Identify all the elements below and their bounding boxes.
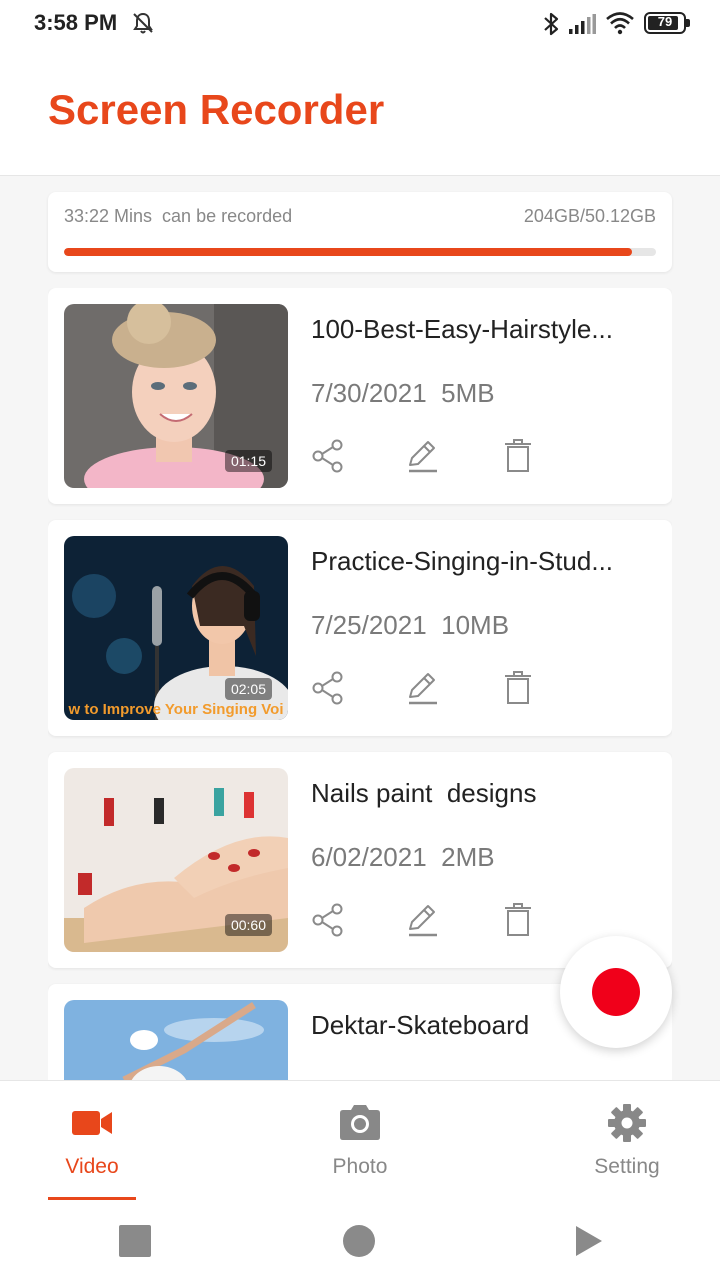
video-duration: 00:60 [224, 914, 272, 936]
record-icon [592, 968, 640, 1016]
status-time: 3:58 PM [34, 10, 118, 35]
video-thumbnail[interactable] [64, 1000, 288, 1080]
gear-icon [608, 1104, 646, 1142]
battery-icon: 79 [644, 12, 690, 34]
video-duration: 01:15 [224, 450, 272, 472]
app-bar: Screen Recorder [0, 48, 720, 176]
bluetooth-icon [544, 12, 559, 36]
edit-icon[interactable] [404, 438, 440, 474]
back-button[interactable] [572, 1224, 606, 1258]
nav-label-video: Video [65, 1155, 119, 1178]
video-camera-icon [72, 1111, 112, 1135]
mute-icon [133, 12, 153, 34]
recording-title: Practice-Singing-in-Stud... [311, 546, 614, 576]
storage-usage: 204GB/50.12GB [523, 206, 656, 226]
record-button[interactable] [560, 936, 672, 1048]
video-thumbnail[interactable]: 01:15 [64, 304, 288, 488]
thumbnail-caption: w to Improve Your Singing Voi [68, 701, 284, 718]
recording-time-remaining: 33:22 Mins can be recorded [64, 206, 293, 226]
storage-card: 33:22 Mins can be recorded 204GB/50.12GB [48, 192, 672, 272]
video-duration: 02:05 [224, 678, 272, 700]
edit-icon[interactable] [404, 670, 440, 706]
recording-item[interactable]: w to Improve Your Singing Voi 02:05 Prac… [48, 520, 672, 736]
recording-item[interactable]: 00:60 Nails paint designs 6/02/2021 2MB [48, 752, 672, 968]
recording-title: 100-Best-Easy-Hairstyle... [311, 314, 613, 344]
recording-title: Dektar-Skateboard [311, 1010, 530, 1040]
recording-meta: 7/30/2021 5MB [311, 378, 495, 408]
page-title: Screen Recorder [48, 86, 385, 133]
video-thumbnail[interactable]: 00:60 [64, 768, 288, 952]
recording-item[interactable]: 01:15 100-Best-Easy-Hairstyle... 7/30/20… [48, 288, 672, 504]
share-icon[interactable] [310, 902, 346, 938]
thumbnail-image [64, 1000, 288, 1080]
home-button[interactable] [342, 1224, 376, 1258]
status-bar: 3:58 PM 79 [0, 0, 720, 48]
delete-icon[interactable] [500, 438, 536, 474]
bottom-navigation: Video Photo Setting [0, 1080, 720, 1201]
signal-icon [569, 14, 596, 34]
recording-title: Nails paint designs [311, 778, 537, 808]
share-icon[interactable] [310, 438, 346, 474]
wifi-icon [606, 12, 634, 35]
nav-tab-video[interactable]: Video [12, 1081, 172, 1201]
recents-button[interactable] [118, 1224, 152, 1258]
delete-icon[interactable] [500, 902, 536, 938]
nav-label-setting: Setting [594, 1155, 660, 1178]
edit-icon[interactable] [404, 902, 440, 938]
storage-progress-fill [64, 248, 633, 256]
photo-camera-icon [340, 1105, 380, 1140]
nav-tab-setting[interactable]: Setting [547, 1081, 707, 1201]
delete-icon[interactable] [500, 670, 536, 706]
storage-progress-bar [64, 248, 656, 256]
nav-label-photo: Photo [332, 1155, 388, 1178]
recording-meta: 6/02/2021 2MB [311, 842, 495, 872]
recording-meta: 7/25/2021 10MB [311, 610, 510, 640]
share-icon[interactable] [310, 670, 346, 706]
battery-percent: 79 [657, 14, 673, 29]
nav-tab-photo[interactable]: Photo [280, 1081, 440, 1201]
video-thumbnail[interactable]: w to Improve Your Singing Voi 02:05 [64, 536, 288, 720]
system-navigation-bar [0, 1200, 720, 1280]
